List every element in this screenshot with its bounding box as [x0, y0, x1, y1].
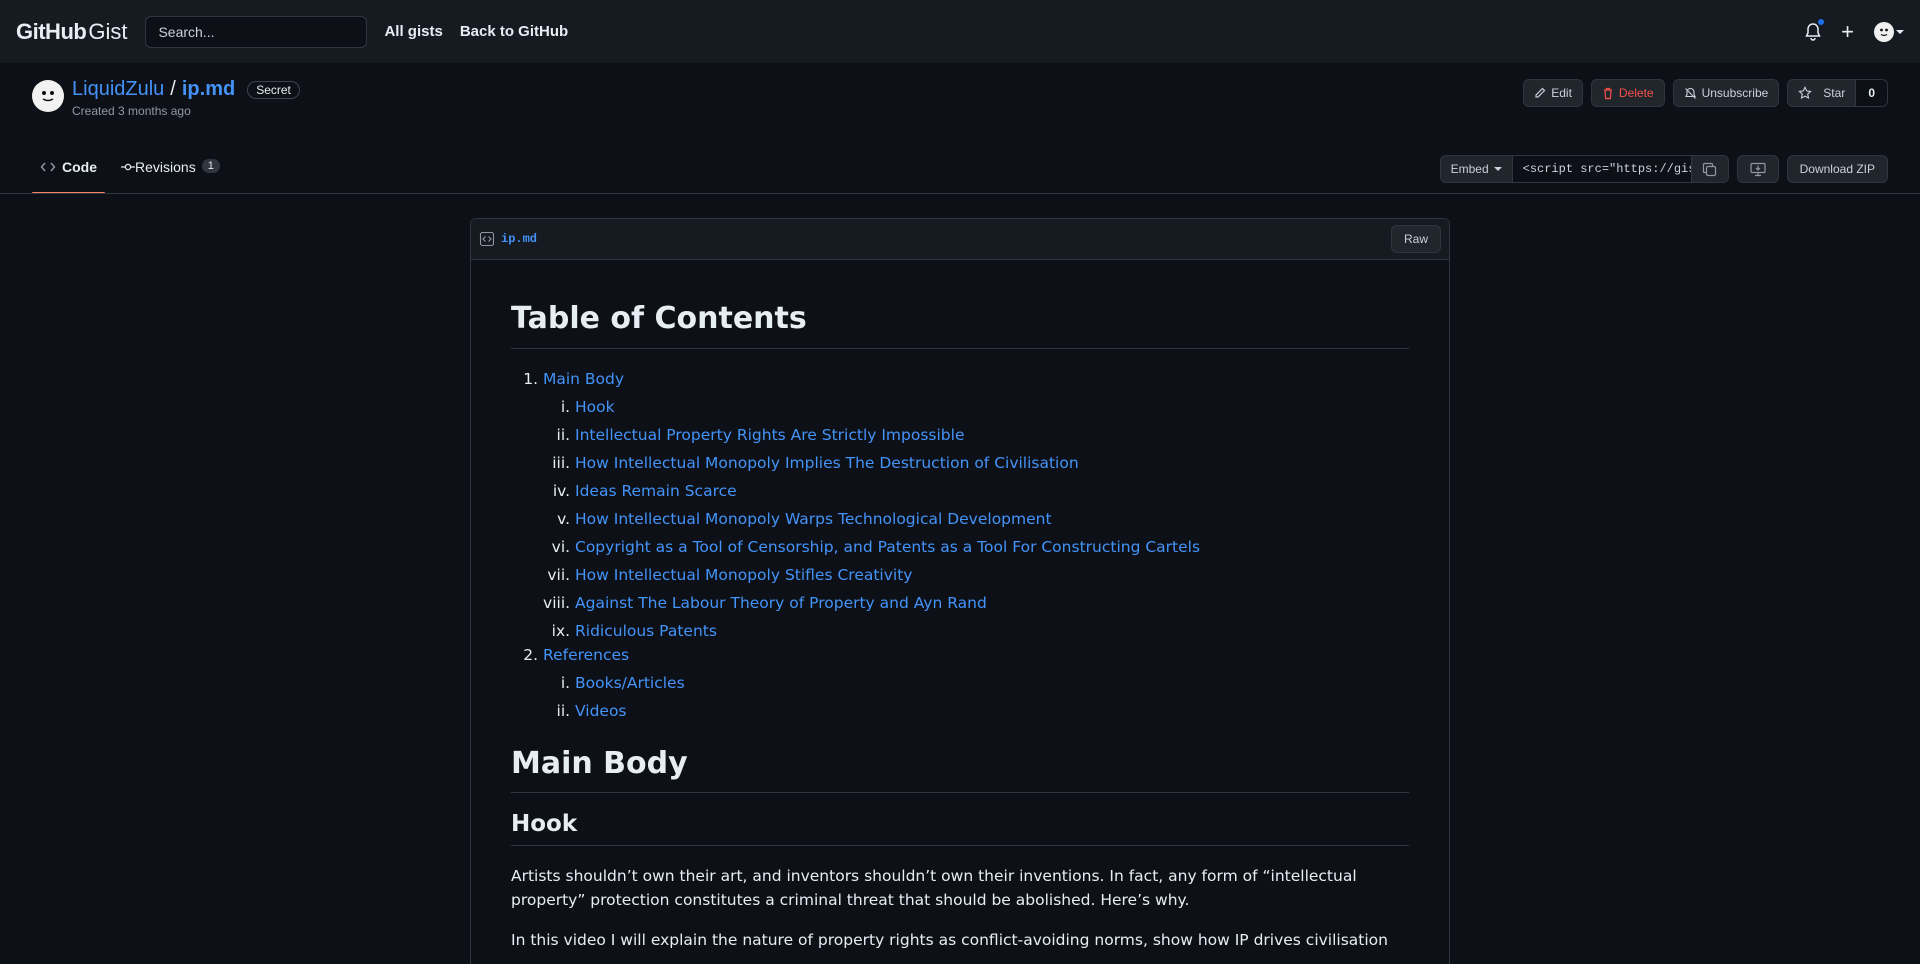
gist-owner-link[interactable]: LiquidZulu: [72, 78, 164, 101]
file-code-icon: [479, 231, 495, 247]
toc-sublink[interactable]: Intellectual Property Rights Are Strictl…: [575, 426, 964, 444]
raw-button[interactable]: Raw: [1390, 225, 1441, 253]
logo-gist-text: Gist: [88, 18, 128, 44]
trash-icon: [1603, 87, 1612, 99]
chevron-down-icon: [1493, 167, 1502, 171]
download-zip-button[interactable]: Download ZIP: [1786, 155, 1888, 183]
hook-heading: Hook: [511, 811, 1409, 846]
delete-label: Delete: [1618, 86, 1654, 100]
copy-button[interactable]: [1690, 155, 1729, 183]
toc-sublink[interactable]: How Intellectual Monopoly Implies The De…: [575, 454, 1079, 472]
code-icon: [40, 162, 56, 172]
file-name-link[interactable]: ip.md: [501, 232, 537, 246]
toc-sublink[interactable]: Ridiculous Patents: [575, 622, 717, 640]
toc-subitem: Against The Labour Theory of Property an…: [575, 591, 1409, 615]
notification-indicator: [1817, 17, 1826, 26]
header-right-controls: +: [1805, 0, 1904, 63]
toc-heading: Table of Contents: [511, 300, 1409, 349]
toc-item: Main Body Hook Intellectual Property Right…: [543, 367, 1409, 643]
toc-item: References Books/Articles Videos: [543, 643, 1409, 723]
bell-slash-icon: [1684, 87, 1696, 99]
unsubscribe-label: Unsubscribe: [1701, 86, 1769, 100]
toc-subitem: Intellectual Property Rights Are Strictl…: [575, 423, 1409, 447]
embed-group: Embed <script src="https://gist.github.c…: [1439, 155, 1729, 183]
desktop-download-icon: [1750, 162, 1766, 176]
tab-code[interactable]: Code: [32, 152, 105, 194]
logo-github-text: GitHub: [16, 18, 87, 44]
paragraph: Artists shouldn’t own their art, and inv…: [511, 867, 1357, 909]
toc-subitem: How Intellectual Monopoly Stifles Creati…: [575, 563, 1409, 587]
toc-subitem: How Intellectual Monopoly Implies The De…: [575, 451, 1409, 475]
main-body-heading: Main Body: [511, 745, 1409, 793]
notifications-bell-icon[interactable]: [1805, 17, 1826, 41]
secret-badge: Secret: [247, 80, 300, 99]
toc-link[interactable]: Main Body: [543, 370, 624, 388]
user-menu[interactable]: [1874, 21, 1904, 42]
create-new-plus-icon[interactable]: +: [1841, 20, 1854, 43]
toc-subitem: Books/Articles: [575, 671, 1409, 695]
created-timestamp: Created 3 months ago: [72, 104, 191, 118]
github-gist-logo[interactable]: GitHub Gist: [16, 19, 127, 45]
git-commit-icon: [121, 163, 135, 171]
chevron-down-icon: [1896, 29, 1904, 34]
toc-sublist: Hook Intellectual Property Rights Are Str…: [543, 395, 1409, 643]
toc-subitem: Hook: [575, 395, 1409, 419]
delete-button[interactable]: Delete: [1590, 79, 1665, 107]
title-separator: /: [170, 78, 176, 100]
gist-title-block: LiquidZulu / ip.md Secret Created 3 mont…: [72, 78, 300, 118]
toc-subitem: Ridiculous Patents: [575, 619, 1409, 643]
revisions-count-badge: 1: [201, 159, 220, 173]
tab-revisions[interactable]: Revisions 1: [113, 152, 228, 194]
markdown-body: Table of Contents Main Body Hook Intellect…: [471, 260, 1449, 952]
toc-subitem: Videos: [575, 699, 1409, 723]
embed-label: Embed: [1450, 162, 1489, 176]
edit-button[interactable]: Edit: [1523, 79, 1583, 107]
embed-dropdown[interactable]: Embed: [1439, 155, 1513, 183]
tab-revisions-label: Revisions: [135, 159, 196, 175]
toc-subitem: Copyright as a Tool of Censorship, and P…: [575, 535, 1409, 559]
star-count[interactable]: 0: [1856, 79, 1888, 107]
owner-avatar[interactable]: [32, 80, 64, 112]
clone-controls: Embed <script src="https://gist.github.c…: [1439, 155, 1888, 183]
table-of-contents: Main Body Hook Intellectual Property Right…: [511, 367, 1409, 723]
gist-actions: Edit Delete Unsubscribe Star 0: [1523, 79, 1888, 107]
top-navigation-bar: GitHub Gist All gists Back to GitHub +: [0, 0, 1920, 63]
download-zip-label: Download ZIP: [1799, 162, 1875, 176]
toc-link[interactable]: References: [543, 646, 629, 664]
star-group: Star 0: [1787, 79, 1888, 107]
star-label: Star: [1823, 86, 1846, 100]
toc-sublink[interactable]: Videos: [575, 702, 627, 720]
gist-tabs: Code Revisions 1: [32, 152, 236, 194]
toc-sublink[interactable]: Hook: [575, 398, 615, 416]
toc-subitem: Ideas Remain Scarce: [575, 479, 1409, 503]
open-desktop-button[interactable]: [1736, 155, 1779, 183]
toc-sublink[interactable]: Against The Labour Theory of Property an…: [575, 594, 987, 612]
file-box: ip.md Raw Table of Contents Main Body Hoo…: [470, 218, 1450, 964]
toc-sublink[interactable]: Ideas Remain Scarce: [575, 482, 737, 500]
edit-label: Edit: [1551, 86, 1572, 100]
unsubscribe-button[interactable]: Unsubscribe: [1672, 79, 1780, 107]
toc-sublink[interactable]: Books/Articles: [575, 674, 685, 692]
toc-sublink[interactable]: How Intellectual Monopoly Warps Technolo…: [575, 510, 1052, 528]
gist-title: LiquidZulu / ip.md Secret: [72, 78, 300, 101]
gist-header: LiquidZulu / ip.md Secret Created 3 mont…: [32, 78, 300, 118]
pencil-icon: [1535, 87, 1546, 98]
toc-subitem: How Intellectual Monopoly Warps Technolo…: [575, 507, 1409, 531]
star-icon: [1798, 86, 1813, 100]
search-input[interactable]: [145, 15, 368, 48]
embed-url-field[interactable]: <script src="https://gist.github.com/Liq…: [1512, 155, 1691, 183]
toc-sublink[interactable]: Copyright as a Tool of Censorship, and P…: [575, 538, 1200, 556]
file-header: ip.md Raw: [471, 219, 1449, 260]
all-gists-link[interactable]: All gists: [384, 23, 442, 40]
paragraph: In this video I will explain the nature …: [511, 931, 1388, 949]
back-to-github-link[interactable]: Back to GitHub: [460, 23, 568, 40]
toc-sublink[interactable]: How Intellectual Monopoly Stifles Creati…: [575, 566, 912, 584]
toc-sublist: Books/Articles Videos: [543, 671, 1409, 723]
user-avatar: [1874, 21, 1894, 42]
copy-icon: [1703, 162, 1717, 176]
tabs-divider: [0, 193, 1920, 194]
tab-code-label: Code: [62, 159, 97, 175]
gist-filename-link[interactable]: ip.md: [182, 78, 235, 101]
star-button[interactable]: Star: [1787, 79, 1857, 107]
